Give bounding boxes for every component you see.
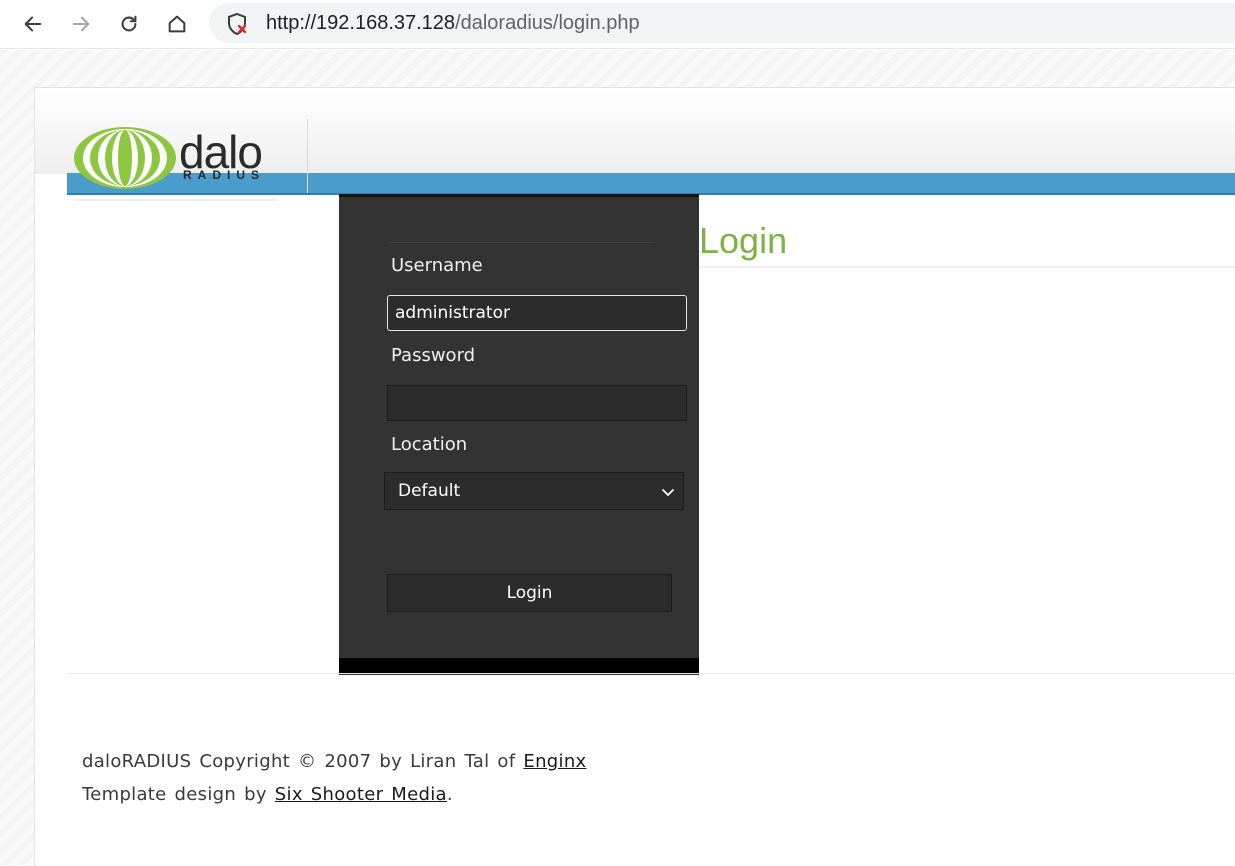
- footer-template-text: Template design by: [82, 784, 275, 805]
- location-label: Location: [391, 434, 468, 455]
- footer-copyright-line: daloRADIUS Copyright © 2007 by Liran Tal…: [82, 745, 587, 778]
- login-panel: Username Password Location Default Login: [339, 194, 699, 675]
- username-input[interactable]: [387, 295, 687, 331]
- header-divider: [307, 119, 308, 193]
- title-rule: [699, 266, 1235, 268]
- footer-template-line: Template design by Six Shooter Media.: [82, 778, 587, 811]
- login-button[interactable]: Login: [387, 574, 672, 612]
- reload-icon: [121, 15, 137, 32]
- melon-logo-icon: [74, 127, 176, 189]
- back-arrow-icon: [24, 16, 42, 32]
- site-footer: daloRADIUS Copyright © 2007 by Liran Tal…: [82, 745, 587, 811]
- footer-period: .: [446, 784, 453, 805]
- url-path: /daloradius/login.php: [455, 12, 640, 34]
- location-select[interactable]: Default: [384, 472, 684, 510]
- forward-button[interactable]: [64, 8, 98, 40]
- location-selected-value: Default: [398, 481, 461, 501]
- page-container: dalo RADIUS Username Password Location D…: [34, 87, 1235, 866]
- password-label: Password: [391, 345, 476, 366]
- chevron-down-icon: [662, 489, 674, 496]
- page-title: Login: [699, 220, 788, 261]
- login-panel-footer: [339, 658, 699, 673]
- sidebar-rule: [75, 199, 277, 201]
- panel-divider: [387, 242, 655, 243]
- logo-subtitle: RADIUS: [183, 168, 266, 182]
- reload-button[interactable]: [112, 8, 146, 40]
- browser-toolbar: http://192.168.37.128/daloradius/login.p…: [0, 0, 1235, 49]
- address-bar[interactable]: http://192.168.37.128/daloradius/login.p…: [209, 3, 1235, 43]
- password-input[interactable]: [387, 385, 687, 421]
- url-text: http://192.168.37.128/daloradius/login.p…: [266, 12, 640, 35]
- home-icon: [168, 15, 186, 33]
- daloradius-logo[interactable]: dalo RADIUS: [73, 123, 283, 193]
- page-background: dalo RADIUS Username Password Location D…: [0, 50, 1235, 866]
- back-button[interactable]: [16, 8, 50, 40]
- enginx-link[interactable]: Enginx: [523, 751, 586, 772]
- home-button[interactable]: [160, 8, 194, 40]
- six-shooter-media-link[interactable]: Six Shooter Media: [275, 784, 447, 805]
- username-label: Username: [391, 255, 483, 276]
- content-rule: [67, 673, 1235, 674]
- forward-arrow-icon: [72, 16, 90, 32]
- insecure-shield-icon: [228, 12, 247, 36]
- url-host: http://192.168.37.128: [266, 12, 456, 34]
- footer-copyright-text: daloRADIUS Copyright © 2007 by Liran Tal…: [82, 751, 524, 772]
